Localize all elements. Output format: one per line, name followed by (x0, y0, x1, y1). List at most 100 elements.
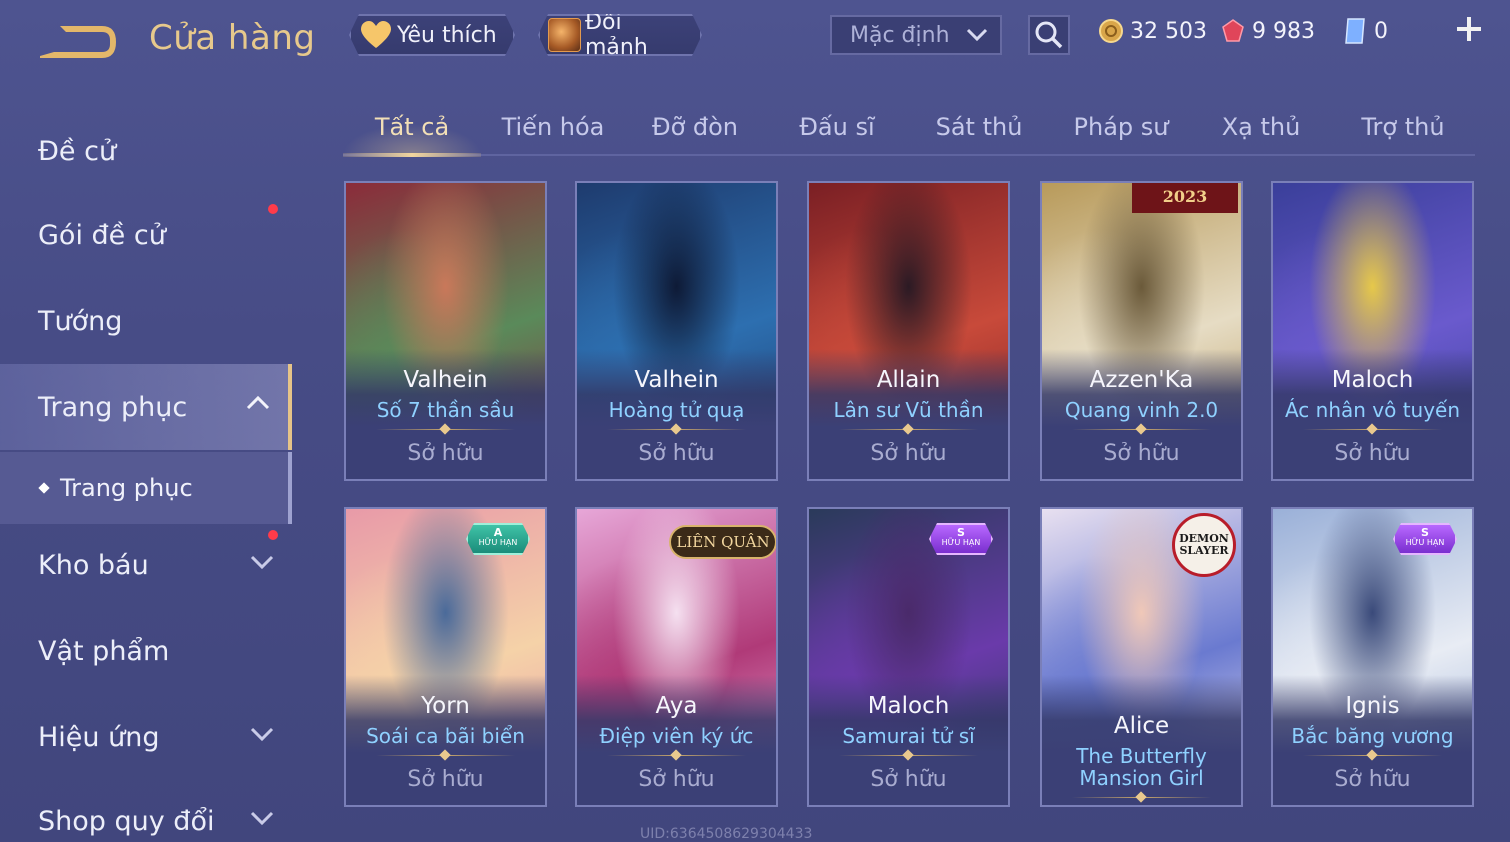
tab-fighter[interactable]: Đấu sĩ (767, 100, 907, 154)
skin-card[interactable]: Alice The Butterfly Mansion Girl Sở hữu … (1040, 507, 1243, 807)
skin-name: Bắc băng vương (1291, 724, 1454, 748)
limited-label: HỮU HẠN (1405, 538, 1445, 547)
ticket-amount: 0 (1374, 18, 1388, 44)
lienquan-logo-badge: LIÊN QUÂN (669, 525, 776, 559)
hero-name: Allain (876, 367, 941, 393)
skin-name: Hoàng tử quạ (608, 398, 745, 422)
skin-name: Soái ca bãi biển (366, 724, 525, 748)
tab-all[interactable]: Tất cả (343, 100, 481, 154)
hero-name: Valhein (403, 367, 488, 393)
sidebar-item-label: Shop quy đổi (38, 805, 215, 837)
tab-label: Trợ thủ (1361, 113, 1445, 141)
ownership-status: Sở hữu (870, 441, 947, 466)
sidebar-item-effects[interactable]: Hiệu ứng (0, 696, 292, 778)
sidebar-item-exchange-shop[interactable]: Shop quy đổi (0, 780, 292, 842)
skin-card[interactable]: Valhein Hoàng tử quạ Sở hữu (575, 181, 778, 481)
tab-mage[interactable]: Pháp sư (1051, 100, 1191, 154)
category-tabs: Tất cả Tiến hóa Đỡ đòn Đấu sĩ Sát thủ Ph… (343, 100, 1475, 157)
exchange-shards-button[interactable]: Đổi mảnh (538, 14, 702, 56)
chevron-down-icon (966, 28, 988, 42)
skin-card[interactable]: Maloch Ác nhân vô tuyến Sở hữu (1271, 181, 1474, 481)
chevron-down-icon (250, 727, 274, 742)
hero-name: Aya (655, 693, 698, 719)
limited-grade-badge: A HỮU HẠN (466, 523, 530, 555)
sidebar-item-items[interactable]: Vật phẩm (0, 610, 292, 692)
favorites-label: Yêu thích (397, 22, 497, 48)
skin-card[interactable]: Yorn Soái ca bãi biển Sở hữu A HỮU HẠN (344, 507, 547, 807)
sidebar-item-label: Vật phẩm (38, 635, 170, 667)
gold-balance: 32 503 (1098, 16, 1207, 46)
sidebar-item-heroes[interactable]: Tướng (0, 280, 292, 362)
tab-support[interactable]: Trợ thủ (1333, 100, 1473, 154)
sidebar-item-treasure[interactable]: Kho báu (0, 524, 292, 606)
uid-watermark: UID:6364508629304433 (640, 826, 813, 842)
gem-balance: 9 983 (1220, 16, 1315, 46)
sort-dropdown[interactable]: Mặc định (830, 15, 1002, 55)
sidebar-subitem-skins[interactable]: Trang phục (0, 452, 292, 524)
gem-amount: 9 983 (1252, 18, 1315, 44)
sidebar: Đề cử Gói đề cử Tướng Trang phục Trang p… (0, 90, 292, 842)
tab-assassin[interactable]: Sát thủ (909, 100, 1049, 154)
tab-label: Tiến hóa (501, 113, 605, 141)
skin-card[interactable]: Ignis Bắc băng vương Sở hữu S HỮU HẠN (1271, 507, 1474, 807)
ownership-status: Sở hữu (638, 441, 715, 466)
ownership-status: Sở hữu (407, 767, 484, 792)
favorites-button[interactable]: Yêu thích (349, 14, 515, 56)
skin-card[interactable]: Azzen'Ka Quang vinh 2.0 Sở hữu 2023 (1040, 181, 1243, 481)
skin-card[interactable]: Maloch Samurai tử sĩ Sở hữu S HỮU HẠN (807, 507, 1010, 807)
hero-name: Valhein (634, 367, 719, 393)
chevron-up-icon (246, 395, 270, 410)
skin-name: Samurai tử sĩ (842, 724, 975, 748)
skin-name: Số 7 thần sầu (376, 398, 515, 422)
sidebar-item-label: Kho báu (38, 549, 149, 581)
ownership-status: Sở hữu (638, 767, 715, 792)
chevron-down-icon (250, 811, 274, 826)
gold-coin-icon (1099, 19, 1123, 43)
ownership-status: Sở hữu (870, 767, 947, 792)
skin-card[interactable]: Allain Lân sư Vũ thần Sở hữu (807, 181, 1010, 481)
hero-name: Maloch (867, 693, 950, 719)
sidebar-item-skins[interactable]: Trang phục (0, 364, 292, 450)
ownership-status: Sở hữu (1103, 441, 1180, 466)
red-gem-icon (1222, 19, 1244, 42)
plus-icon (1457, 17, 1481, 41)
tab-label: Xạ thủ (1221, 113, 1301, 141)
add-currency-button[interactable] (1452, 14, 1486, 48)
search-button[interactable] (1028, 15, 1070, 55)
sort-value: Mặc định (850, 22, 950, 48)
sidebar-item-label: Đề cử (38, 135, 117, 167)
ownership-status: Sở hữu (407, 441, 484, 466)
tab-label: Tất cả (374, 113, 450, 141)
hero-name: Yorn (421, 693, 470, 719)
tab-marksman[interactable]: Xạ thủ (1191, 100, 1331, 154)
tab-label: Pháp sư (1073, 113, 1169, 141)
sidebar-item-label: Trang phục (38, 391, 188, 423)
ownership-status: Sở hữu (1334, 767, 1411, 792)
sidebar-item-label: Hiệu ứng (38, 721, 160, 753)
sidebar-item-bundles[interactable]: Gói đề cử (0, 194, 292, 276)
notification-dot (268, 204, 278, 214)
top-bar: Cửa hàng Yêu thích Đổi mảnh Mặc định 32 … (0, 0, 1510, 80)
hero-name: Ignis (1345, 693, 1400, 719)
tab-tank[interactable]: Đỡ đòn (625, 100, 765, 154)
limited-grade-badge: S HỮU HẠN (1393, 523, 1457, 555)
grade-letter: S (1421, 526, 1429, 539)
hero-name: Azzen'Ka (1089, 367, 1194, 393)
sidebar-item-label: Tướng (38, 305, 123, 337)
limited-label: HỮU HẠN (478, 538, 518, 547)
skin-card[interactable]: Aya Điệp viên ký ức Sở hữu LIÊN QUÂN (575, 507, 778, 807)
tab-label: Đấu sĩ (799, 113, 875, 141)
sidebar-item-label: Gói đề cử (38, 219, 166, 251)
sidebar-subitem-label: Trang phục (60, 474, 193, 502)
tab-evolution[interactable]: Tiến hóa (483, 100, 623, 154)
limited-label: HỮU HẠN (941, 538, 981, 547)
sidebar-item-recommended[interactable]: Đề cử (0, 110, 292, 192)
ownership-status: Sở hữu (1042, 805, 1241, 807)
skin-card[interactable]: Valhein Số 7 thần sầu Sở hữu (344, 181, 547, 481)
hero-name: Maloch (1331, 367, 1414, 393)
back-arrow-icon[interactable] (36, 22, 118, 62)
grade-letter: S (957, 526, 965, 539)
skin-name: Lân sư Vũ thần (833, 398, 984, 422)
voucher-icon (1345, 18, 1365, 44)
page-title: Cửa hàng (149, 18, 316, 58)
